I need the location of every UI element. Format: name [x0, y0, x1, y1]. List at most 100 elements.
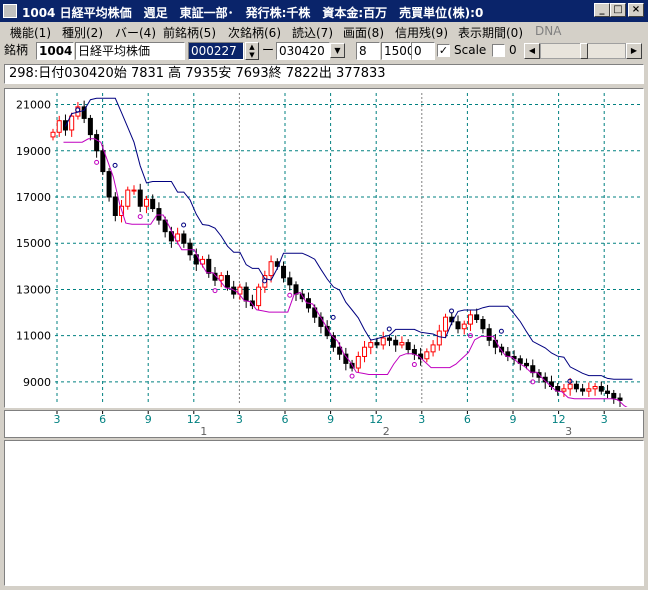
x-tick-label: 3 — [54, 413, 61, 426]
spin-up-icon[interactable]: ▲ — [246, 43, 258, 51]
trough-marker — [411, 362, 417, 368]
candle-body — [605, 390, 611, 394]
menu-margin[interactable]: 信用残(9) — [395, 24, 448, 41]
trough-marker — [137, 214, 143, 220]
candle-body — [530, 365, 536, 374]
menu-next-ticker[interactable]: 次銘柄(6) — [228, 24, 281, 41]
start-date-stepper[interactable]: ▲ ▼ — [245, 42, 259, 60]
scroll-right-icon[interactable]: ▶ — [626, 43, 642, 59]
candle-body — [455, 321, 461, 330]
trough-marker — [349, 373, 355, 379]
y-tick-label: 21000 — [16, 99, 51, 112]
maximize-button[interactable]: □ — [610, 3, 626, 17]
scale-label: Scale — [454, 43, 487, 57]
candle-body — [100, 150, 106, 173]
param1-field[interactable]: 8 — [356, 42, 380, 60]
candle-body — [69, 115, 75, 131]
menu-display-period[interactable]: 表示期間(0) — [458, 24, 523, 41]
end-date-dropdown-icon[interactable]: ▼ — [330, 43, 345, 58]
toolbar: 銘柄 1004 日経平均株価 000227 ▲ ▼ ー 030420 ▼ 8 1… — [0, 40, 648, 62]
candle-body — [355, 355, 361, 369]
start-date-field[interactable]: 000227 — [188, 42, 244, 60]
x-tick-label: 9 — [145, 413, 152, 426]
candle-body — [436, 330, 442, 346]
ticker-label: 銘柄 — [4, 43, 29, 57]
x-tick-label: 9 — [510, 413, 517, 426]
end-date-field[interactable]: 030420 — [276, 42, 330, 60]
app-icon[interactable] — [3, 4, 17, 18]
candle-body — [56, 120, 62, 133]
peak-marker — [112, 162, 118, 168]
candle-body — [561, 388, 567, 392]
candle-body — [424, 351, 430, 360]
menu-shubetsu[interactable]: 種別(2) — [62, 24, 103, 41]
menu-load[interactable]: 読込(7) — [292, 24, 333, 41]
menu-kinou[interactable]: 機能(1) — [10, 24, 51, 41]
minimize-button[interactable]: _ — [594, 3, 610, 17]
candle-body — [137, 189, 143, 207]
price-chart-panel[interactable]: 21000 19000 17000 15000 13000 11000 9000 — [4, 88, 644, 410]
candle-body — [405, 342, 411, 351]
x-tick-label: 12 — [369, 413, 383, 426]
candle-body — [125, 189, 131, 207]
y-tick-label: 13000 — [16, 283, 51, 296]
candle-body — [256, 286, 262, 307]
candle-body — [467, 314, 473, 325]
x-tick-label: 6 — [464, 413, 471, 426]
menu-bar-type[interactable]: バー(4) — [115, 24, 156, 41]
y-tick-label: 17000 — [16, 191, 51, 204]
time-axis: 3 6 9 12 3 6 9 12 3 6 9 12 31 2 3 — [54, 411, 608, 438]
scale-checkbox[interactable]: ✓ — [437, 44, 450, 57]
resistance-line — [65, 97, 633, 380]
year-label: 2 — [383, 425, 390, 437]
trough-marker — [287, 292, 293, 298]
quote-info-bar: 298:日付030420始 7831 高 7935安 7693終 7822出 3… — [4, 64, 644, 84]
y-tick-label: 15000 — [16, 237, 51, 250]
menu-screen[interactable]: 画面(8) — [343, 24, 384, 41]
scale-option-checkbox[interactable] — [492, 44, 505, 57]
spin-down-icon[interactable]: ▼ — [246, 51, 258, 59]
close-button[interactable]: × — [628, 3, 644, 17]
menu-prev-ticker[interactable]: 前銘柄(5) — [163, 24, 216, 41]
range-dash: ー — [262, 43, 275, 57]
candle-body — [486, 328, 492, 341]
candle-body — [380, 337, 386, 346]
peak-marker — [330, 314, 336, 320]
candle-body — [443, 316, 449, 332]
candle-body — [393, 339, 399, 346]
candle-body — [243, 286, 249, 302]
x-tick-label: 3 — [418, 413, 425, 426]
candle-body — [131, 189, 137, 192]
candlestick-chart[interactable]: 21000 19000 17000 15000 13000 11000 9000 — [5, 89, 643, 410]
param3-field[interactable]: 0 — [411, 42, 435, 60]
candle-body — [573, 383, 579, 390]
candle-body — [94, 134, 100, 152]
candle-body — [362, 346, 368, 357]
time-axis-panel: 3 6 9 12 3 6 9 12 3 6 9 12 3 1 2 3 — [4, 410, 644, 438]
candle-body — [106, 171, 112, 198]
candle-body — [156, 208, 162, 221]
trough-marker — [212, 288, 218, 294]
title-bar: 1004 日経平均株価 週足 東証一部･ 発行株:千株 資本金:百万 売買単位(… — [0, 0, 648, 22]
param2-field[interactable]: 1500 — [381, 42, 415, 60]
peak-marker — [498, 328, 504, 334]
y-tick-label: 19000 — [16, 145, 51, 158]
candle-body — [87, 117, 93, 136]
year-label: 3 — [565, 425, 572, 437]
indicator-panel[interactable] — [4, 440, 644, 586]
candle-body — [368, 342, 374, 348]
candle-body — [592, 386, 598, 390]
candle-body — [399, 342, 405, 346]
candle-body — [143, 198, 149, 207]
x-tick-label: 12 — [187, 413, 201, 426]
ticker-name-field[interactable]: 日経平均株価 — [75, 42, 185, 60]
menu-dna: DNA — [535, 24, 562, 38]
ticker-code-field[interactable]: 1004 — [36, 42, 74, 60]
candle-body — [492, 339, 498, 348]
scroll-left-icon[interactable]: ◀ — [524, 43, 540, 59]
candle-body — [50, 131, 56, 138]
candle-body — [150, 198, 156, 210]
window-title: 1004 日経平均株価 週足 東証一部･ 発行株:千株 資本金:百万 売買単位(… — [22, 6, 484, 20]
candle-body — [524, 362, 530, 367]
scrollbar-thumb[interactable] — [580, 43, 588, 59]
